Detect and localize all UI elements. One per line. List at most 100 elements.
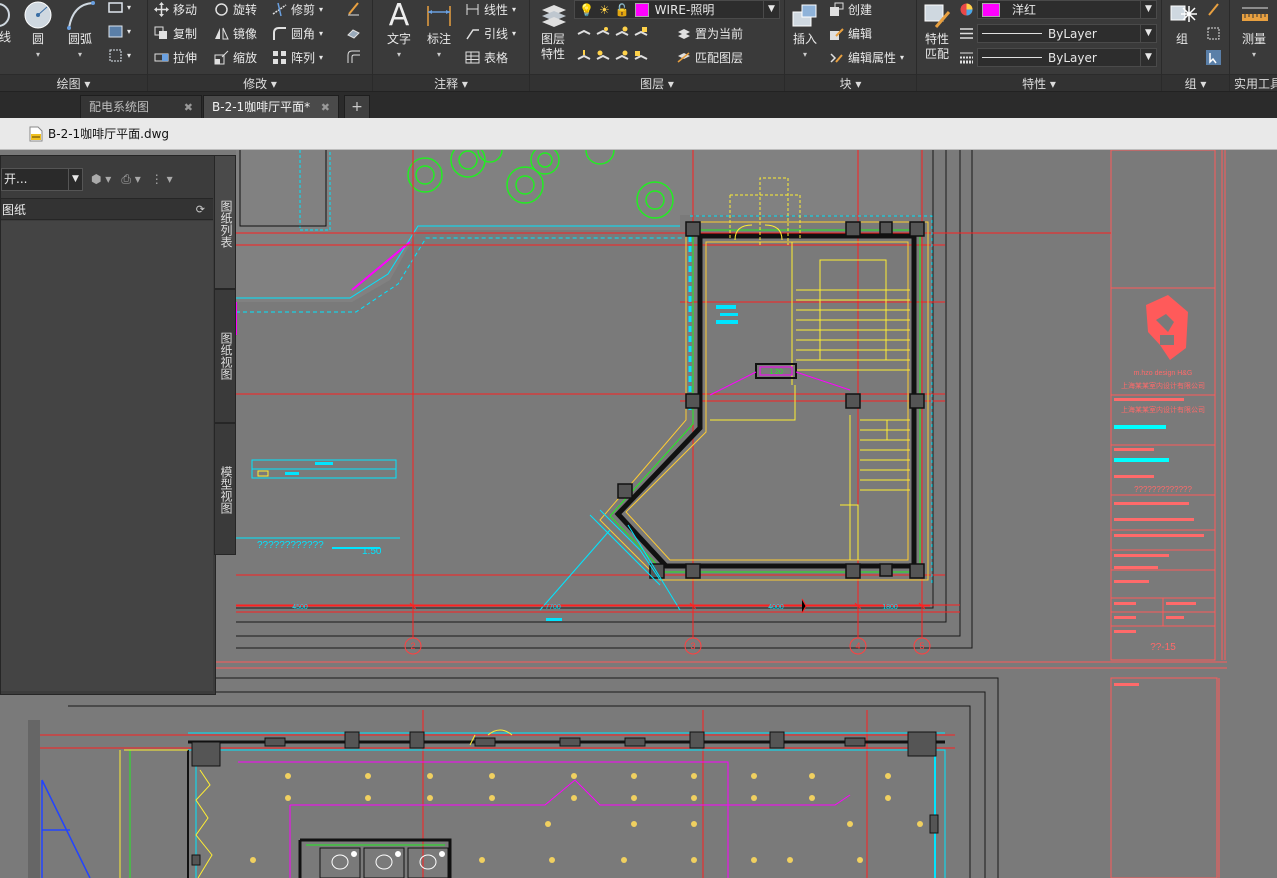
match-layer-button[interactable]: 匹配图层 [676, 49, 743, 66]
publish-icon[interactable]: ⬢ ▾ [91, 172, 111, 187]
close-icon[interactable]: ✖ [184, 96, 193, 119]
tab-cafe-plan[interactable]: B-2-1咖啡厅平面* ✖ [203, 95, 339, 118]
array-icon [273, 51, 286, 64]
text-button[interactable]: A 文字 ▾ [381, 0, 417, 62]
groups-panel-title[interactable]: 组 ▾ [1162, 74, 1229, 91]
color-dropdown[interactable]: 洋红 ▼ [977, 0, 1157, 19]
lineweight-icon[interactable] [959, 50, 974, 65]
ungroup-icon[interactable] [1206, 2, 1221, 17]
linetype-icon[interactable] [959, 26, 974, 41]
utilities-panel-title[interactable]: 实用工具 [1230, 74, 1277, 91]
layer-freeze-icon[interactable] [614, 25, 629, 40]
move-button[interactable]: 移动 [154, 1, 197, 18]
light-fixtures [250, 773, 923, 863]
layer-merge-icon[interactable] [595, 49, 610, 64]
block-panel-title[interactable]: 块 ▾ [785, 74, 916, 91]
layer-off-icon[interactable] [576, 25, 591, 40]
print-icon[interactable]: ⎙ ▾ [121, 172, 140, 187]
tab-sheet-list[interactable]: 图纸列表 [214, 155, 236, 289]
layer-properties-button[interactable]: 图层 特性 [534, 2, 572, 62]
leader-button[interactable]: 引线 ▾ [465, 25, 516, 42]
tab-power-distribution[interactable]: 配电系统图 ✖ [80, 95, 202, 118]
circle-icon [24, 1, 52, 29]
tab-model-views[interactable]: 模型视图 [214, 423, 236, 555]
structural-columns [617, 221, 925, 579]
grid-bubble-label: 3 [690, 641, 695, 651]
draw-panel-title[interactable]: 绘图 ▾ [0, 74, 147, 91]
title-block-logo [1146, 295, 1188, 360]
lightbulb-icon: 💡 [579, 2, 594, 17]
rectangle-button[interactable]: ▾ [108, 0, 131, 15]
sheet-list-body[interactable] [1, 221, 213, 691]
fillet-button[interactable]: 圆角 ▾ [272, 25, 323, 42]
layer-isolate-icon[interactable] [595, 25, 610, 40]
measure-button[interactable]: 测量 ▾ [1234, 2, 1274, 62]
layer-unlock-icon[interactable] [633, 49, 648, 64]
linetype-dropdown[interactable]: ByLayer ▼ [977, 24, 1157, 43]
layer-dropdown[interactable]: 💡 ☀ 🔓 WIRE-照明 ▼ [574, 0, 780, 19]
group-button[interactable]: 组 [1164, 2, 1200, 47]
create-block-button[interactable]: 创建 [829, 1, 872, 18]
array-button[interactable]: 阵列 ▾ [272, 49, 323, 66]
offset-button[interactable] [346, 49, 361, 64]
dimension-value: 1800 [882, 604, 898, 611]
insert-label: 插入 [792, 32, 817, 46]
layer-walk-icon[interactable] [576, 49, 591, 64]
stretch-button[interactable]: 拉伸 [154, 49, 197, 66]
tab-scroll-left[interactable] [0, 95, 78, 118]
tab-sheet-views-label: 图纸视图 [219, 332, 233, 380]
new-tab-button[interactable]: + [344, 95, 370, 118]
edit-attributes-button[interactable]: 编辑属性 ▾ [829, 49, 904, 66]
circle-button[interactable]: 圆 ▾ [22, 0, 54, 62]
linear-button[interactable]: 线性 ▾ [465, 1, 516, 18]
sheet-tools-icon[interactable]: ⋮ ▾ [151, 172, 173, 187]
match-properties-button[interactable]: 特性 匹配 [919, 2, 955, 62]
rotate-button[interactable]: 旋转 [214, 1, 257, 18]
layer-lock-icon[interactable] [633, 25, 648, 40]
properties-panel: 特性 匹配 洋红 ▼ ByLayer ▼ ByLayer ▼ 特性 ▾ [917, 0, 1162, 91]
color-wheel-icon[interactable] [959, 2, 974, 17]
table-button[interactable]: 表格 [465, 49, 508, 66]
tab-sheet-views[interactable]: 图纸视图 [214, 289, 236, 423]
annotation-panel-title[interactable]: 注释 ▾ [373, 74, 529, 91]
close-icon[interactable]: ✖ [321, 96, 330, 119]
group-select-icon[interactable] [1206, 50, 1221, 65]
erase-button[interactable] [346, 1, 361, 16]
edit-block-button[interactable]: 编辑 [829, 25, 872, 42]
sheet-set-dropdown[interactable]: 开... ▼ [1, 168, 83, 191]
sheet-set-palette: 开... ▼ ⬢ ▾ ⎙ ▾ ⋮ ▾ 图纸 ⟳ [0, 155, 216, 695]
layer-thaw-icon[interactable] [614, 49, 629, 64]
lineweight-dropdown-value: ByLayer [1048, 50, 1097, 65]
trim-button[interactable]: 修剪 ▾ [272, 1, 323, 18]
properties-panel-title[interactable]: 特性 ▾ [917, 74, 1161, 91]
match-properties-label-1: 特性 [924, 32, 949, 46]
copy-button[interactable]: 复制 [154, 25, 197, 42]
layer-dropdown-value: WIRE-照明 [654, 3, 715, 17]
scale-button[interactable]: 缩放 [214, 49, 257, 66]
mirror-button[interactable]: 镜像 [214, 25, 257, 42]
arc-button[interactable]: 圆弧 ▾ [62, 0, 98, 62]
layer-tools-row1 [576, 25, 648, 40]
scale-label: 缩放 [233, 51, 258, 65]
insert-button[interactable]: 插入 ▾ [787, 2, 823, 62]
explode-button[interactable] [346, 25, 361, 40]
stretch-icon [154, 53, 169, 62]
document-title-bar: B-2-1咖啡厅平面.dwg [0, 118, 1277, 150]
refresh-icon[interactable]: ⟳ [196, 199, 205, 221]
dwg-file-icon [29, 126, 43, 142]
group-edit-icon[interactable] [1206, 26, 1221, 41]
leader-icon [466, 29, 479, 40]
line-button[interactable]: 线 [0, 2, 18, 45]
boundary-button[interactable]: ▾ [108, 48, 131, 63]
set-current-button[interactable]: 置为当前 [676, 25, 743, 42]
tab-label: B-2-1咖啡厅平面* [212, 100, 311, 114]
stretch-label: 拉伸 [173, 51, 198, 65]
dimension-tags [716, 305, 738, 324]
dimension-button[interactable]: 标注 ▾ [421, 2, 457, 62]
hatch-button[interactable]: ▾ [108, 24, 131, 39]
lineweight-dropdown[interactable]: ByLayer ▼ [977, 48, 1157, 67]
text-label: 文字 [386, 32, 411, 46]
layers-panel-title[interactable]: 图层 ▾ [530, 74, 784, 91]
grid-bubble-label: 2 [410, 641, 415, 651]
modify-panel-title[interactable]: 修改 ▾ [148, 74, 372, 91]
